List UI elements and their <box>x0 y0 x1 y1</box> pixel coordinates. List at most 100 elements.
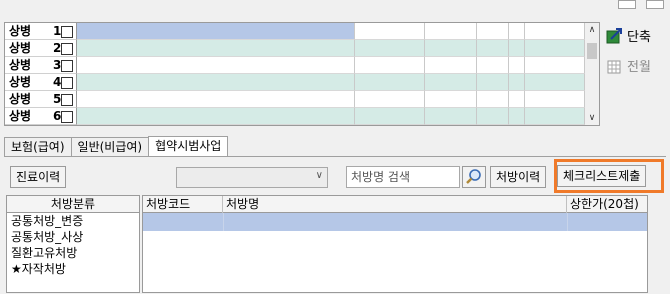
search-input[interactable]: 처방명 검색 <box>346 166 460 188</box>
diagnosis-cell[interactable] <box>477 57 509 74</box>
diagnosis-number: 6 <box>53 109 62 123</box>
diagnosis-cell[interactable] <box>509 40 525 57</box>
diagnosis-row: 상병 6 <box>5 108 599 125</box>
diagnosis-cells <box>77 91 585 108</box>
col-code[interactable]: 처방코드 <box>143 196 223 213</box>
diagnosis-number: 2 <box>53 41 62 55</box>
diagnosis-label-text: 상병 <box>9 109 32 123</box>
diagnosis-label-text: 상병 <box>9 41 32 55</box>
diagnosis-cell[interactable] <box>355 40 425 57</box>
shortcut-button[interactable]: 단축 <box>606 26 651 45</box>
diagnosis-checkbox[interactable] <box>61 60 73 72</box>
diagnosis-cell[interactable] <box>77 23 355 40</box>
diagnosis-cells <box>77 23 585 40</box>
tab-3[interactable]: 협약시범사업 <box>148 136 229 157</box>
diagnosis-cell[interactable] <box>525 57 585 74</box>
col-name[interactable]: 처방명 <box>223 196 567 213</box>
diagnosis-cell[interactable] <box>477 23 509 40</box>
diagnosis-grid: ∧ ∨ 상병 1 상병 2 상병 3 상병 4 상병 5 상병 6 <box>4 22 600 126</box>
diagnosis-label-text: 상병 <box>9 75 32 89</box>
category-item[interactable]: ★자작처방 <box>7 261 139 277</box>
prescription-header: 처방코드 처방명 상한가(20첩) <box>143 196 647 213</box>
diagnosis-label-text: 상병 <box>9 58 32 72</box>
diagnosis-cell[interactable] <box>509 108 525 125</box>
diagnosis-cell[interactable] <box>77 74 355 91</box>
diagnosis-number: 4 <box>53 75 62 89</box>
diagnosis-cell[interactable] <box>477 91 509 108</box>
diagnosis-cell[interactable] <box>525 108 585 125</box>
diagnosis-cells <box>77 74 585 91</box>
diagnosis-cell[interactable] <box>525 91 585 108</box>
diagnosis-cell[interactable] <box>425 23 477 40</box>
col-price[interactable]: 상한가(20첩) <box>567 196 647 213</box>
diagnosis-cell[interactable] <box>425 91 477 108</box>
diagnosis-cell[interactable] <box>77 40 355 57</box>
diagnosis-cell[interactable] <box>355 91 425 108</box>
minimize-button[interactable] <box>618 0 636 9</box>
diagnosis-cell[interactable] <box>425 108 477 125</box>
diagnosis-row: 상병 5 <box>5 91 599 108</box>
diagnosis-cell[interactable] <box>425 40 477 57</box>
diagnosis-cell[interactable] <box>477 108 509 125</box>
diagnosis-cell[interactable] <box>525 23 585 40</box>
diagnosis-cells <box>77 57 585 74</box>
close-button[interactable] <box>646 0 664 9</box>
tab-1[interactable]: 보험(급여) <box>4 137 72 157</box>
diagnosis-checkbox[interactable] <box>61 43 73 55</box>
category-item[interactable]: 공통처방_변증 <box>7 213 139 229</box>
diagnosis-cell[interactable] <box>77 57 355 74</box>
diagnosis-cell[interactable] <box>509 91 525 108</box>
top-strip <box>0 0 670 18</box>
diagnosis-cell[interactable] <box>77 108 355 125</box>
category-item[interactable]: 질환고유처방 <box>7 245 139 261</box>
all-month-button[interactable]: 전월 <box>606 56 651 75</box>
diagnosis-cell[interactable] <box>525 40 585 57</box>
diagnosis-checkbox[interactable] <box>61 26 73 38</box>
diagnosis-label-text: 상병 <box>9 92 32 106</box>
diagnosis-cell[interactable] <box>509 23 525 40</box>
tab-divider <box>4 156 666 157</box>
all-month-label: 전월 <box>627 60 651 75</box>
shortcut-icon <box>606 27 624 45</box>
diagnosis-number: 3 <box>53 58 62 72</box>
diagnosis-row: 상병 3 <box>5 57 599 74</box>
prescription-grid: 처방코드 처방명 상한가(20첩) <box>142 195 648 293</box>
category-list: 처방분류 공통처방_변증 공통처방_사상 질환고유처방 ★자작처방 <box>6 195 140 293</box>
search-button[interactable] <box>462 166 486 188</box>
copy-grid-icon <box>606 57 624 75</box>
diagnosis-row: 상병 4 <box>5 74 599 91</box>
diagnosis-checkbox[interactable] <box>61 77 73 89</box>
search-icon <box>463 169 485 190</box>
diagnosis-checkbox[interactable] <box>61 94 73 106</box>
diagnosis-cell[interactable] <box>77 91 355 108</box>
diagnosis-cells <box>77 108 585 125</box>
diagnosis-row: 상병 1 <box>5 23 599 40</box>
category-item[interactable]: 공통처방_사상 <box>7 229 139 245</box>
diagnosis-cell[interactable] <box>425 74 477 91</box>
diagnosis-label-text: 상병 <box>9 24 32 38</box>
diagnosis-number: 5 <box>53 92 62 106</box>
highlight-box <box>554 159 664 193</box>
diagnosis-cell[interactable] <box>355 23 425 40</box>
tab-2[interactable]: 일반(비급여) <box>70 137 150 157</box>
table-row-selected[interactable] <box>143 213 647 231</box>
diagnosis-cell[interactable] <box>525 74 585 91</box>
diagnosis-cell[interactable] <box>509 57 525 74</box>
diagnosis-cell[interactable] <box>355 74 425 91</box>
diagnosis-cells <box>77 40 585 57</box>
diagnosis-checkbox[interactable] <box>61 111 73 123</box>
rx-history-button[interactable]: 처방이력 <box>490 166 547 188</box>
diagnosis-cell[interactable] <box>509 74 525 91</box>
diagnosis-number: 1 <box>53 24 62 38</box>
diagnosis-cell[interactable] <box>477 40 509 57</box>
diagnosis-cell[interactable] <box>355 108 425 125</box>
history-button[interactable]: 진료이력 <box>10 166 67 188</box>
category-header: 처방분류 <box>7 196 139 213</box>
tab-bar: 보험(급여) 일반(비급여) 협약시범사업 <box>4 136 229 157</box>
chevron-down-icon: ∨ <box>315 170 323 181</box>
diagnosis-cell[interactable] <box>477 74 509 91</box>
diagnosis-cell[interactable] <box>355 57 425 74</box>
diagnosis-cell[interactable] <box>425 57 477 74</box>
category-combo[interactable]: ∨ <box>176 167 328 188</box>
diagnosis-row: 상병 2 <box>5 40 599 57</box>
